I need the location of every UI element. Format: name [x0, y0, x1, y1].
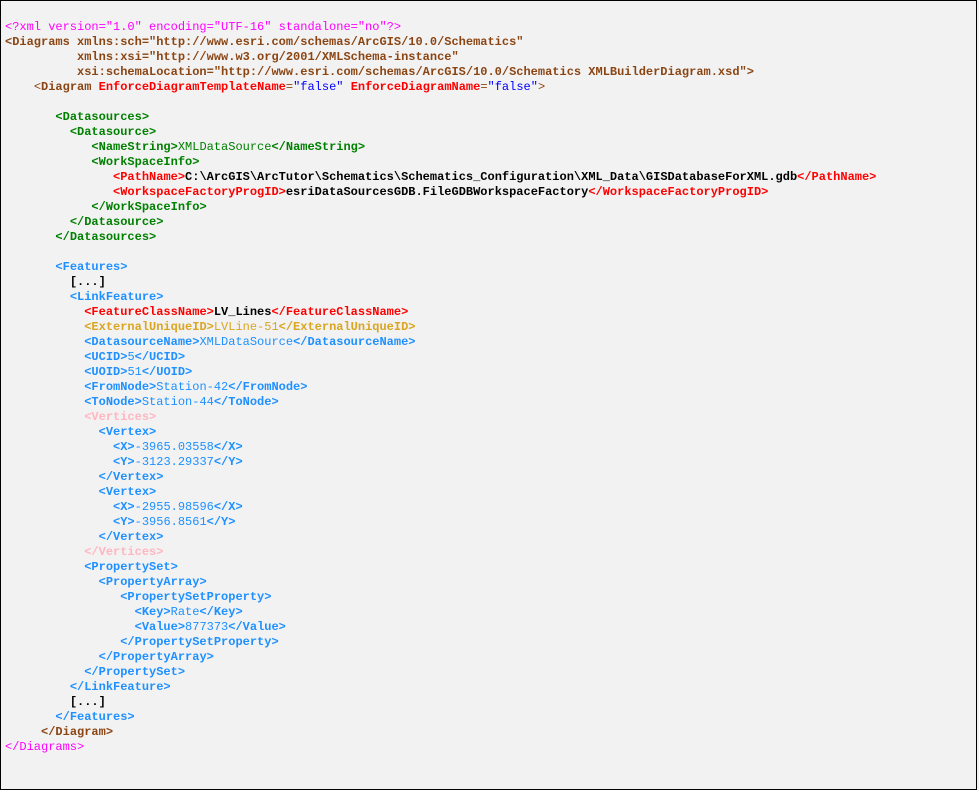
- key-value: Rate: [171, 605, 200, 619]
- xml-code-display: { "xmlDecl": "<?xml version=\"1.0\" enco…: [0, 0, 977, 790]
- euid-value: LVLine-51: [214, 320, 279, 334]
- vertex-open: <Vertex>: [99, 425, 157, 439]
- from-value: Station-42: [156, 380, 228, 394]
- diagram-close: </Diagram>: [41, 725, 113, 739]
- x2-value: -2955.98596: [135, 500, 214, 514]
- value-value: 877373: [185, 620, 228, 634]
- ucid-value: 5: [127, 350, 134, 364]
- features-open: <Features>: [55, 260, 127, 274]
- namestring-value: XMLDataSource: [178, 140, 272, 154]
- diagrams-ns2: xmlns:xsi="http://www.w3.org/2001/XMLSch…: [5, 50, 459, 64]
- attr-template: EnforceDiagramTemplateName: [91, 80, 285, 94]
- datasources-open: <Datasources>: [55, 110, 149, 124]
- diagrams-close: </Diagrams>: [5, 740, 84, 754]
- x1-value: -3965.03558: [135, 440, 214, 454]
- to-value: Station-44: [142, 395, 214, 409]
- ellipsis: [...]: [70, 275, 106, 289]
- propertyset-open: <PropertySet>: [84, 560, 178, 574]
- attr-value: "false": [293, 80, 343, 94]
- xml-declaration: <?xml version="1.0" encoding="UTF-16" st…: [5, 20, 401, 34]
- y2-value: -3956.8561: [135, 515, 207, 529]
- diagrams-open: <Diagrams xmlns:sch="http://www.esri.com…: [5, 35, 523, 49]
- pathname-value: C:\ArcGIS\ArcTutor\Schematics\Schematics…: [185, 170, 797, 184]
- fcn-value: LV_Lines: [214, 305, 272, 319]
- workspaceinfo-open: <WorkSpaceInfo>: [91, 155, 199, 169]
- datasource-open: <Datasource>: [70, 125, 156, 139]
- diagrams-ns3: xsi:schemaLocation="http://www.esri.com/…: [5, 65, 754, 79]
- wfpid-value: esriDataSourcesGDB.FileGDBWorkspaceFacto…: [286, 185, 588, 199]
- uoid-value: 51: [127, 365, 141, 379]
- vertices-open: <Vertices>: [84, 410, 156, 424]
- dsn-value: XMLDataSource: [199, 335, 293, 349]
- y1-value: -3123.29337: [135, 455, 214, 469]
- linkfeature-open: <LinkFeature>: [70, 290, 164, 304]
